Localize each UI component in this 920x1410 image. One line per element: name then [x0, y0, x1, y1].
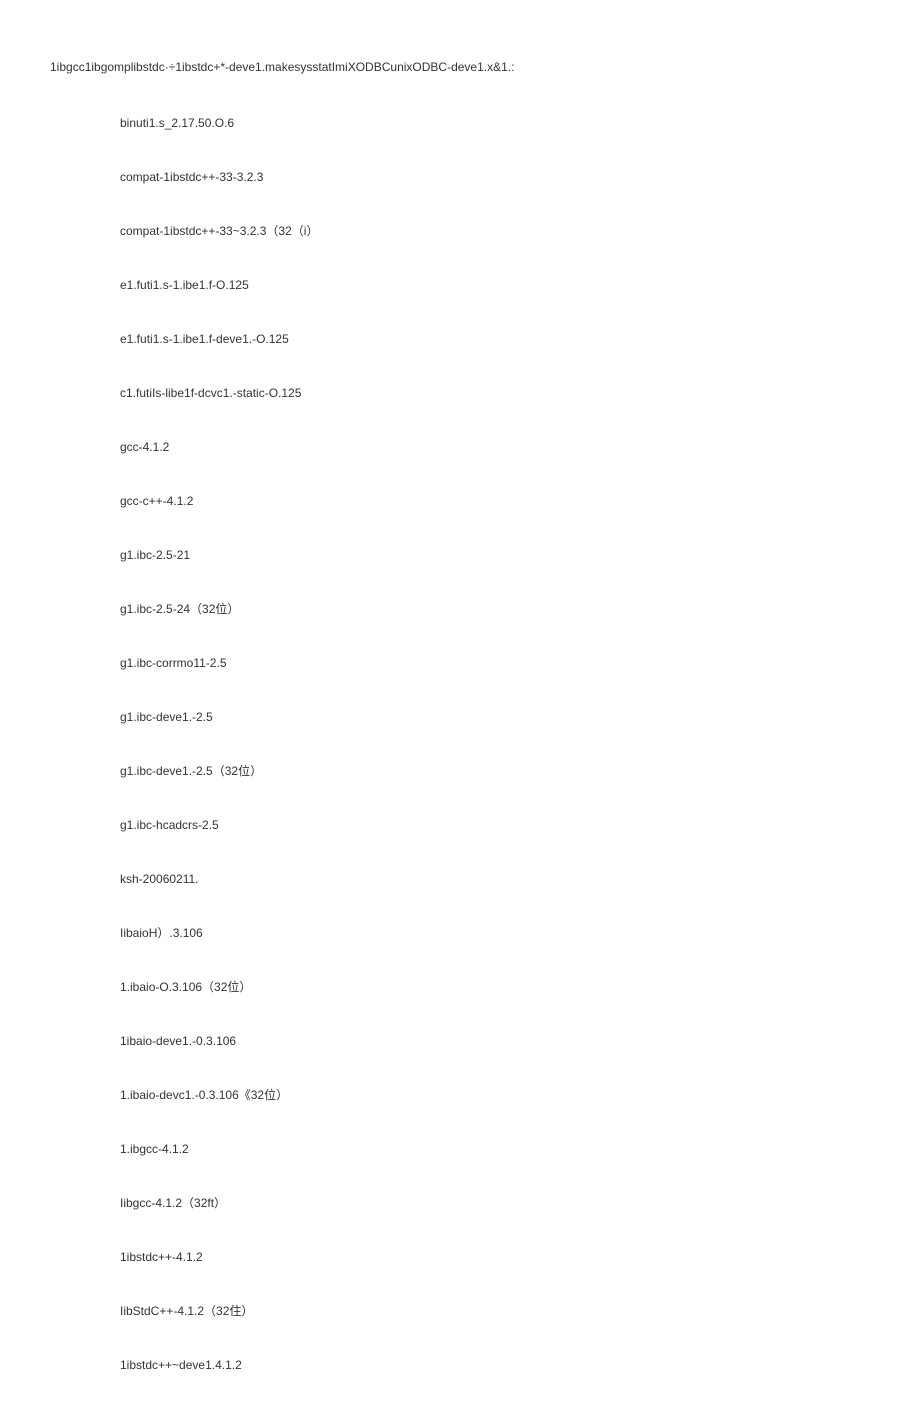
- list-item: c1.futiIs-libe1f-dcvc1.-static-O.125: [120, 384, 870, 402]
- list-item: g1.ibc-deve1.-2.5（32位）: [120, 762, 870, 780]
- list-item: gcc-4.1.2: [120, 438, 870, 456]
- list-item: IibStdC++-4.1.2（32住）: [120, 1302, 870, 1320]
- list-item: 1.ibaio-O.3.106（32位）: [120, 978, 870, 996]
- list-item: binuti1.s_2.17.50.O.6: [120, 114, 870, 132]
- list-item: g1.ibc-2.5-21: [120, 546, 870, 564]
- list-item: compat-1ibstdc++-33-3.2.3: [120, 168, 870, 186]
- list-item: 1ibaio-deve1.-0.3.106: [120, 1032, 870, 1050]
- list-item: 1.ibgcc-4.1.2: [120, 1140, 870, 1158]
- list-item: 1.ibaio-devc1.-0.3.106《32位）: [120, 1086, 870, 1104]
- list-item: e1.futi1.s-1.ibe1.f-O.125: [120, 276, 870, 294]
- list-item: e1.futi1.s-1.ibe1.f-deve1.-O.125: [120, 330, 870, 348]
- list-item: 1ibstdc++~deve1.4.1.2: [120, 1356, 870, 1374]
- list-item: g1.ibc-2.5-24（32位）: [120, 600, 870, 618]
- list-item: g1.ibc-hcadcrs-2.5: [120, 816, 870, 834]
- list-item: Iibgcc-4.1.2（32ft）: [120, 1194, 870, 1212]
- list-item: IibaioH）.3.106: [120, 924, 870, 942]
- package-list: binuti1.s_2.17.50.O.6 compat-1ibstdc++-3…: [50, 114, 870, 1374]
- list-item: gcc-c++-4.1.2: [120, 492, 870, 510]
- list-item: g1.ibc-deve1.-2.5: [120, 708, 870, 726]
- list-item: compat-1ibstdc++-33~3.2.3（32（i）: [120, 222, 870, 240]
- list-item: 1ibstdc++-4.1.2: [120, 1248, 870, 1266]
- list-item: ksh-20060211.: [120, 870, 870, 888]
- list-item: g1.ibc-corrmo11-2.5: [120, 654, 870, 672]
- header-text: 1ibgcc1ibgomplibstdc·÷1ibstdc+*-deve1.ma…: [50, 60, 870, 74]
